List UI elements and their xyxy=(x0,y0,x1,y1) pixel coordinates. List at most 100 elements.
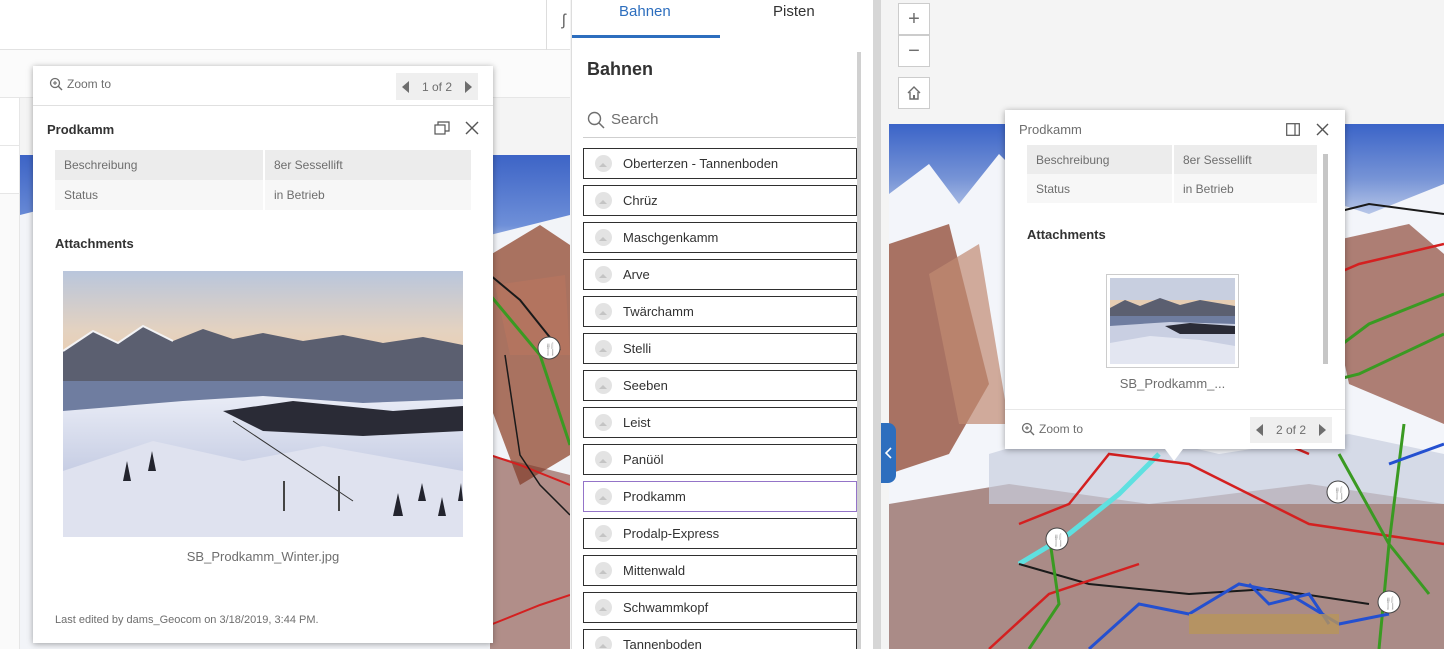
previous-feature-icon[interactable] xyxy=(1256,424,1263,436)
list-item[interactable]: Leist xyxy=(583,407,857,438)
list-item-label: Seeben xyxy=(623,378,668,393)
feature-pager: 1 of 2 xyxy=(396,73,478,100)
list-item-label: Arve xyxy=(623,267,650,282)
panel-divider[interactable] xyxy=(873,0,881,649)
search-icon xyxy=(587,111,605,129)
app-root: ʃ 🍴 Zoom to 1 of 2 Prodkamm Beschreibung… xyxy=(0,0,1444,649)
list-item[interactable]: Stelli xyxy=(583,333,857,364)
image-placeholder-icon xyxy=(595,340,612,357)
zoom-to-label: Zoom to xyxy=(67,77,112,91)
dock-side-icon[interactable] xyxy=(1286,123,1300,136)
list-item-label: Chrüz xyxy=(623,193,658,208)
image-placeholder-icon xyxy=(595,488,612,505)
search-input[interactable] xyxy=(611,111,851,128)
toolbar-glyph[interactable]: ʃ xyxy=(562,12,566,30)
list-item[interactable]: Schwammkopf xyxy=(583,592,857,623)
list-item[interactable]: Twärchamm xyxy=(583,296,857,327)
list-scrollbar[interactable] xyxy=(857,52,861,649)
next-feature-icon[interactable] xyxy=(1319,424,1326,436)
list-item[interactable]: Mittenwald xyxy=(583,555,857,586)
list-item[interactable]: Panüöl xyxy=(583,444,857,475)
svg-text:🍴: 🍴 xyxy=(543,342,558,356)
tab-pisten[interactable]: Pisten xyxy=(773,3,815,20)
list-item-label: Stelli xyxy=(623,341,652,356)
list-item-label: Twärchamm xyxy=(623,304,694,319)
svg-text:🍴: 🍴 xyxy=(1383,596,1398,610)
list-item-label: Leist xyxy=(623,415,651,430)
image-placeholder-icon xyxy=(595,229,612,246)
popup-scrollbar[interactable] xyxy=(1323,154,1328,364)
svg-text:🍴: 🍴 xyxy=(1051,533,1066,547)
image-placeholder-icon xyxy=(595,525,612,542)
attribute-value: in Betrieb xyxy=(1173,174,1317,203)
attribute-row: Status in Betrieb xyxy=(1027,174,1317,203)
image-placeholder-icon xyxy=(595,414,612,431)
svg-text:🍴: 🍴 xyxy=(1332,486,1347,500)
attachment-caption[interactable]: SB_Prodkamm_Winter.jpg xyxy=(63,549,463,564)
image-placeholder-icon xyxy=(595,599,612,616)
zoom-out-button[interactable]: − xyxy=(898,35,930,67)
zoom-in-icon xyxy=(49,77,63,91)
attachment-caption[interactable]: SB_Prodkamm_... xyxy=(1101,376,1244,391)
attachment-photo[interactable] xyxy=(63,271,463,537)
lift-list: Oberterzen - Tannenboden Chrüz Maschgenk… xyxy=(583,148,857,649)
zoom-to-button[interactable]: Zoom to xyxy=(1021,422,1083,436)
feature-pager: 2 of 2 xyxy=(1250,417,1332,443)
list-item[interactable]: Seeben xyxy=(583,370,857,401)
list-item-selected[interactable]: Prodkamm xyxy=(583,481,857,512)
zoom-in-button[interactable]: + xyxy=(898,3,930,35)
list-item[interactable]: Prodalp-Express xyxy=(583,518,857,549)
home-button[interactable] xyxy=(898,77,930,109)
panel-title: Bahnen xyxy=(587,59,654,79)
list-item-label: Panüöl xyxy=(623,452,664,467)
attribute-value: 8er Sessellift xyxy=(264,150,471,180)
attachment-thumbnail[interactable] xyxy=(1106,274,1239,368)
chevron-left-icon xyxy=(884,447,892,459)
active-tab-indicator xyxy=(572,35,720,38)
winter-landscape-image xyxy=(63,271,463,537)
attribute-table: Beschreibung 8er Sessellift Status in Be… xyxy=(1027,145,1317,203)
list-item-label: Prodalp-Express xyxy=(623,526,720,541)
list-item[interactable]: Maschgenkamm xyxy=(583,222,857,253)
close-popup-icon[interactable] xyxy=(1316,123,1329,136)
image-placeholder-icon xyxy=(595,192,612,209)
attribute-key: Status xyxy=(1027,174,1174,203)
list-item-label: Maschgenkamm xyxy=(623,230,719,245)
image-placeholder-icon xyxy=(595,451,612,468)
close-popup-icon[interactable] xyxy=(465,121,479,135)
list-item[interactable]: Chrüz xyxy=(583,185,857,216)
dock-popup-icon[interactable] xyxy=(434,121,450,135)
popup-footer: Zoom to 2 of 2 xyxy=(1005,409,1345,449)
attachments-heading: Attachments xyxy=(55,236,134,251)
previous-feature-icon[interactable] xyxy=(402,80,409,93)
attribute-table: Beschreibung 8er Sessellift Status in Be… xyxy=(55,150,471,210)
image-placeholder-icon xyxy=(595,303,612,320)
feature-popup-left: Zoom to 1 of 2 Prodkamm Beschreibung 8er… xyxy=(33,66,493,643)
attribute-value: in Betrieb xyxy=(264,180,471,210)
feature-popup-right: Prodkamm Beschreibung 8er Sessellift Sta… xyxy=(1005,110,1345,449)
zoom-to-label: Zoom to xyxy=(1039,422,1084,436)
winter-landscape-thumbnail xyxy=(1110,278,1235,364)
image-placeholder-icon xyxy=(595,266,612,283)
list-item[interactable]: Tannenboden xyxy=(583,629,857,649)
next-feature-icon[interactable] xyxy=(465,80,472,93)
list-item[interactable]: Arve xyxy=(583,259,857,290)
popup-header: Zoom to 1 of 2 xyxy=(33,66,493,106)
pager-label: 2 of 2 xyxy=(1275,423,1307,437)
toolbar-divider xyxy=(546,0,547,50)
popup-pointer xyxy=(1165,449,1183,461)
tab-bar: Bahnen Pisten xyxy=(572,0,876,38)
pager-label: 1 of 2 xyxy=(421,79,453,94)
collapse-panel-button[interactable] xyxy=(881,423,896,483)
attribute-key: Beschreibung xyxy=(55,150,265,180)
attachments-heading: Attachments xyxy=(1027,227,1106,242)
left-top-toolbar: ʃ xyxy=(0,0,570,50)
list-item-label: Oberterzen - Tannenboden xyxy=(623,156,779,171)
image-placeholder-icon xyxy=(595,562,612,579)
image-placeholder-icon xyxy=(595,377,612,394)
tab-bahnen[interactable]: Bahnen xyxy=(619,3,671,20)
list-item[interactable]: Oberterzen - Tannenboden xyxy=(583,148,857,179)
zoom-to-button[interactable]: Zoom to xyxy=(49,77,111,91)
search-box xyxy=(583,102,856,138)
attribute-row: Beschreibung 8er Sessellift xyxy=(55,150,471,180)
